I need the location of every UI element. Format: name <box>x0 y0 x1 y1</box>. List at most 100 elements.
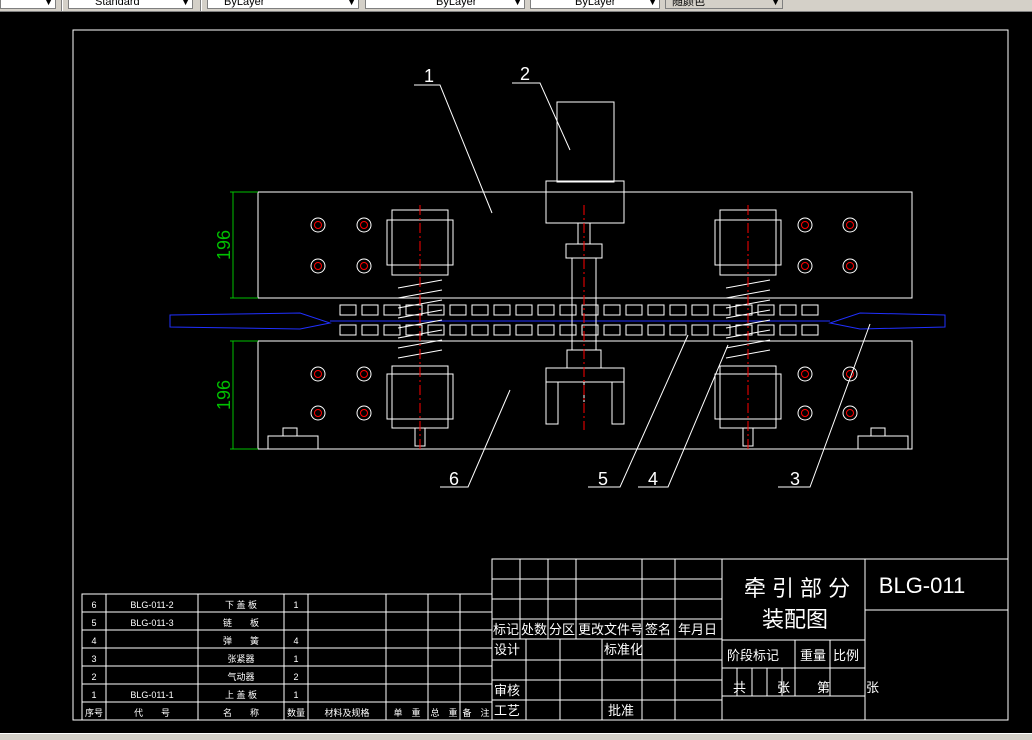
bolt-hole <box>801 262 809 270</box>
bom-cell: 1 <box>293 600 298 610</box>
bom-header: 材料及规格 <box>324 707 369 718</box>
bom-cell: 上 盖 板 <box>225 689 257 700</box>
bolt-hole <box>314 221 322 229</box>
chain-link <box>801 304 819 316</box>
revision-header: 年月日 <box>678 622 717 637</box>
chain-link <box>537 304 555 316</box>
chain-link <box>779 304 797 316</box>
toolbar-separator <box>200 0 202 11</box>
press-head <box>545 367 625 383</box>
layer-dropdown[interactable]: ByLayer ▼ <box>207 0 359 9</box>
press-leg-left <box>545 381 559 425</box>
bom-cell: 弹 簧 <box>223 635 259 646</box>
chevron-down-icon: ▼ <box>771 0 780 7</box>
dimension-label-upper: 196 <box>214 230 234 260</box>
foot-nut-right <box>870 427 886 437</box>
bolt-hole <box>846 409 854 417</box>
bom-rows: 6 BLG-011-2 下 盖 板 1 5 BLG-011-3 链 板 4 弹 … <box>85 599 490 718</box>
sheet-no-label: 第 <box>817 680 830 695</box>
bom-cell: 2 <box>91 672 96 682</box>
revision-header: 分区 <box>549 622 575 637</box>
dimensions <box>230 191 258 450</box>
bolt-circle <box>797 217 813 233</box>
chain-link <box>779 324 797 336</box>
chain-link <box>625 304 643 316</box>
chain-link <box>691 324 709 336</box>
bom-header: 数量 <box>287 707 305 718</box>
lower-plate <box>257 340 913 450</box>
text-style-dropdown[interactable]: Standard ▼ <box>68 0 193 9</box>
stage-label: 阶段标记 <box>727 648 779 663</box>
color-dropdown[interactable]: 随颜色 ▼ <box>665 0 783 9</box>
chevron-down-icon: ▼ <box>44 0 53 7</box>
chain-link <box>757 304 775 316</box>
linetype-dropdown[interactable]: ByLayer ▼ <box>365 0 525 9</box>
process-label: 工艺 <box>494 703 520 718</box>
chain-link <box>361 324 379 336</box>
properties-toolbar: ▼ Standard ▼ ByLayer ▼ ByLayer ▼ ByLayer… <box>0 0 1032 12</box>
text-style-value: Standard <box>95 0 140 8</box>
sheet-total-label: 共 <box>733 680 746 695</box>
bom-cell: 链 板 <box>223 617 259 628</box>
bolt-circle <box>842 405 858 421</box>
chain-link <box>383 324 401 336</box>
revision-header: 更改文件号 <box>578 622 643 637</box>
callout-3: 3 <box>790 469 800 489</box>
bom-cell: 下 盖 板 <box>225 599 257 610</box>
bom-cell: 张紧器 <box>227 654 254 664</box>
bolt-circle <box>797 258 813 274</box>
chain-link <box>647 304 665 316</box>
sheet-unit-label: 张 <box>866 680 879 695</box>
cylinder-flange <box>545 180 625 224</box>
chevron-down-icon: ▼ <box>513 0 522 7</box>
bolt-hole <box>360 221 368 229</box>
bolt-hole <box>360 409 368 417</box>
bom-cell: 4 <box>91 636 96 646</box>
revision-header: 标记 <box>493 622 519 637</box>
bom-header: 代 号 <box>134 708 170 718</box>
chain-link <box>669 304 687 316</box>
chain-link <box>691 304 709 316</box>
upper-plate <box>257 191 913 299</box>
drawing-title-line1: 牵 引 部 分 <box>744 576 850 601</box>
callout-4: 4 <box>648 469 658 489</box>
cad-drawing-canvas[interactable]: 196 196 1 2 3 4 5 6 6 BLG-011-2 下 盖 板 1 … <box>0 12 1032 733</box>
bom-cell: 1 <box>293 654 298 664</box>
bom-cell: 气动器 <box>227 671 254 682</box>
bolt-circle <box>310 258 326 274</box>
bolt-circle <box>310 405 326 421</box>
bolt-hole <box>314 262 322 270</box>
lineweight-dropdown[interactable]: ByLayer ▼ <box>530 0 660 9</box>
chain-link <box>603 304 621 316</box>
chain-link <box>493 324 511 336</box>
bolt-circle <box>356 405 372 421</box>
drawing-number: BLG-011 <box>879 573 965 598</box>
pneumatic-cylinder-body <box>556 101 615 183</box>
chevron-down-icon: ▼ <box>347 0 356 7</box>
toolbar-separator <box>61 0 63 11</box>
chain-link <box>471 304 489 316</box>
chain-link <box>339 324 357 336</box>
chain-link <box>713 304 731 316</box>
bom-header: 序号 <box>85 707 103 718</box>
chain-link <box>559 324 577 336</box>
chain-link <box>471 324 489 336</box>
callout-2: 2 <box>520 64 530 84</box>
bolt-circle <box>310 217 326 233</box>
chain-link <box>383 304 401 316</box>
bolt-circle <box>797 366 813 382</box>
review-label: 审核 <box>494 683 520 698</box>
chain-link <box>493 304 511 316</box>
callout-1: 1 <box>424 66 434 86</box>
callout-6: 6 <box>449 469 459 489</box>
chain-link <box>339 304 357 316</box>
bom-cell: 5 <box>91 618 96 628</box>
lineweight-value: ByLayer <box>575 0 616 8</box>
chain-link <box>713 324 731 336</box>
leader-lines <box>414 82 871 488</box>
bolt-circle <box>310 366 326 382</box>
sheet-unit-label: 张 <box>777 680 790 695</box>
chain-links <box>339 304 819 336</box>
layer-state-dropdown[interactable]: ▼ <box>0 0 56 9</box>
revision-header: 签名 <box>645 622 671 637</box>
